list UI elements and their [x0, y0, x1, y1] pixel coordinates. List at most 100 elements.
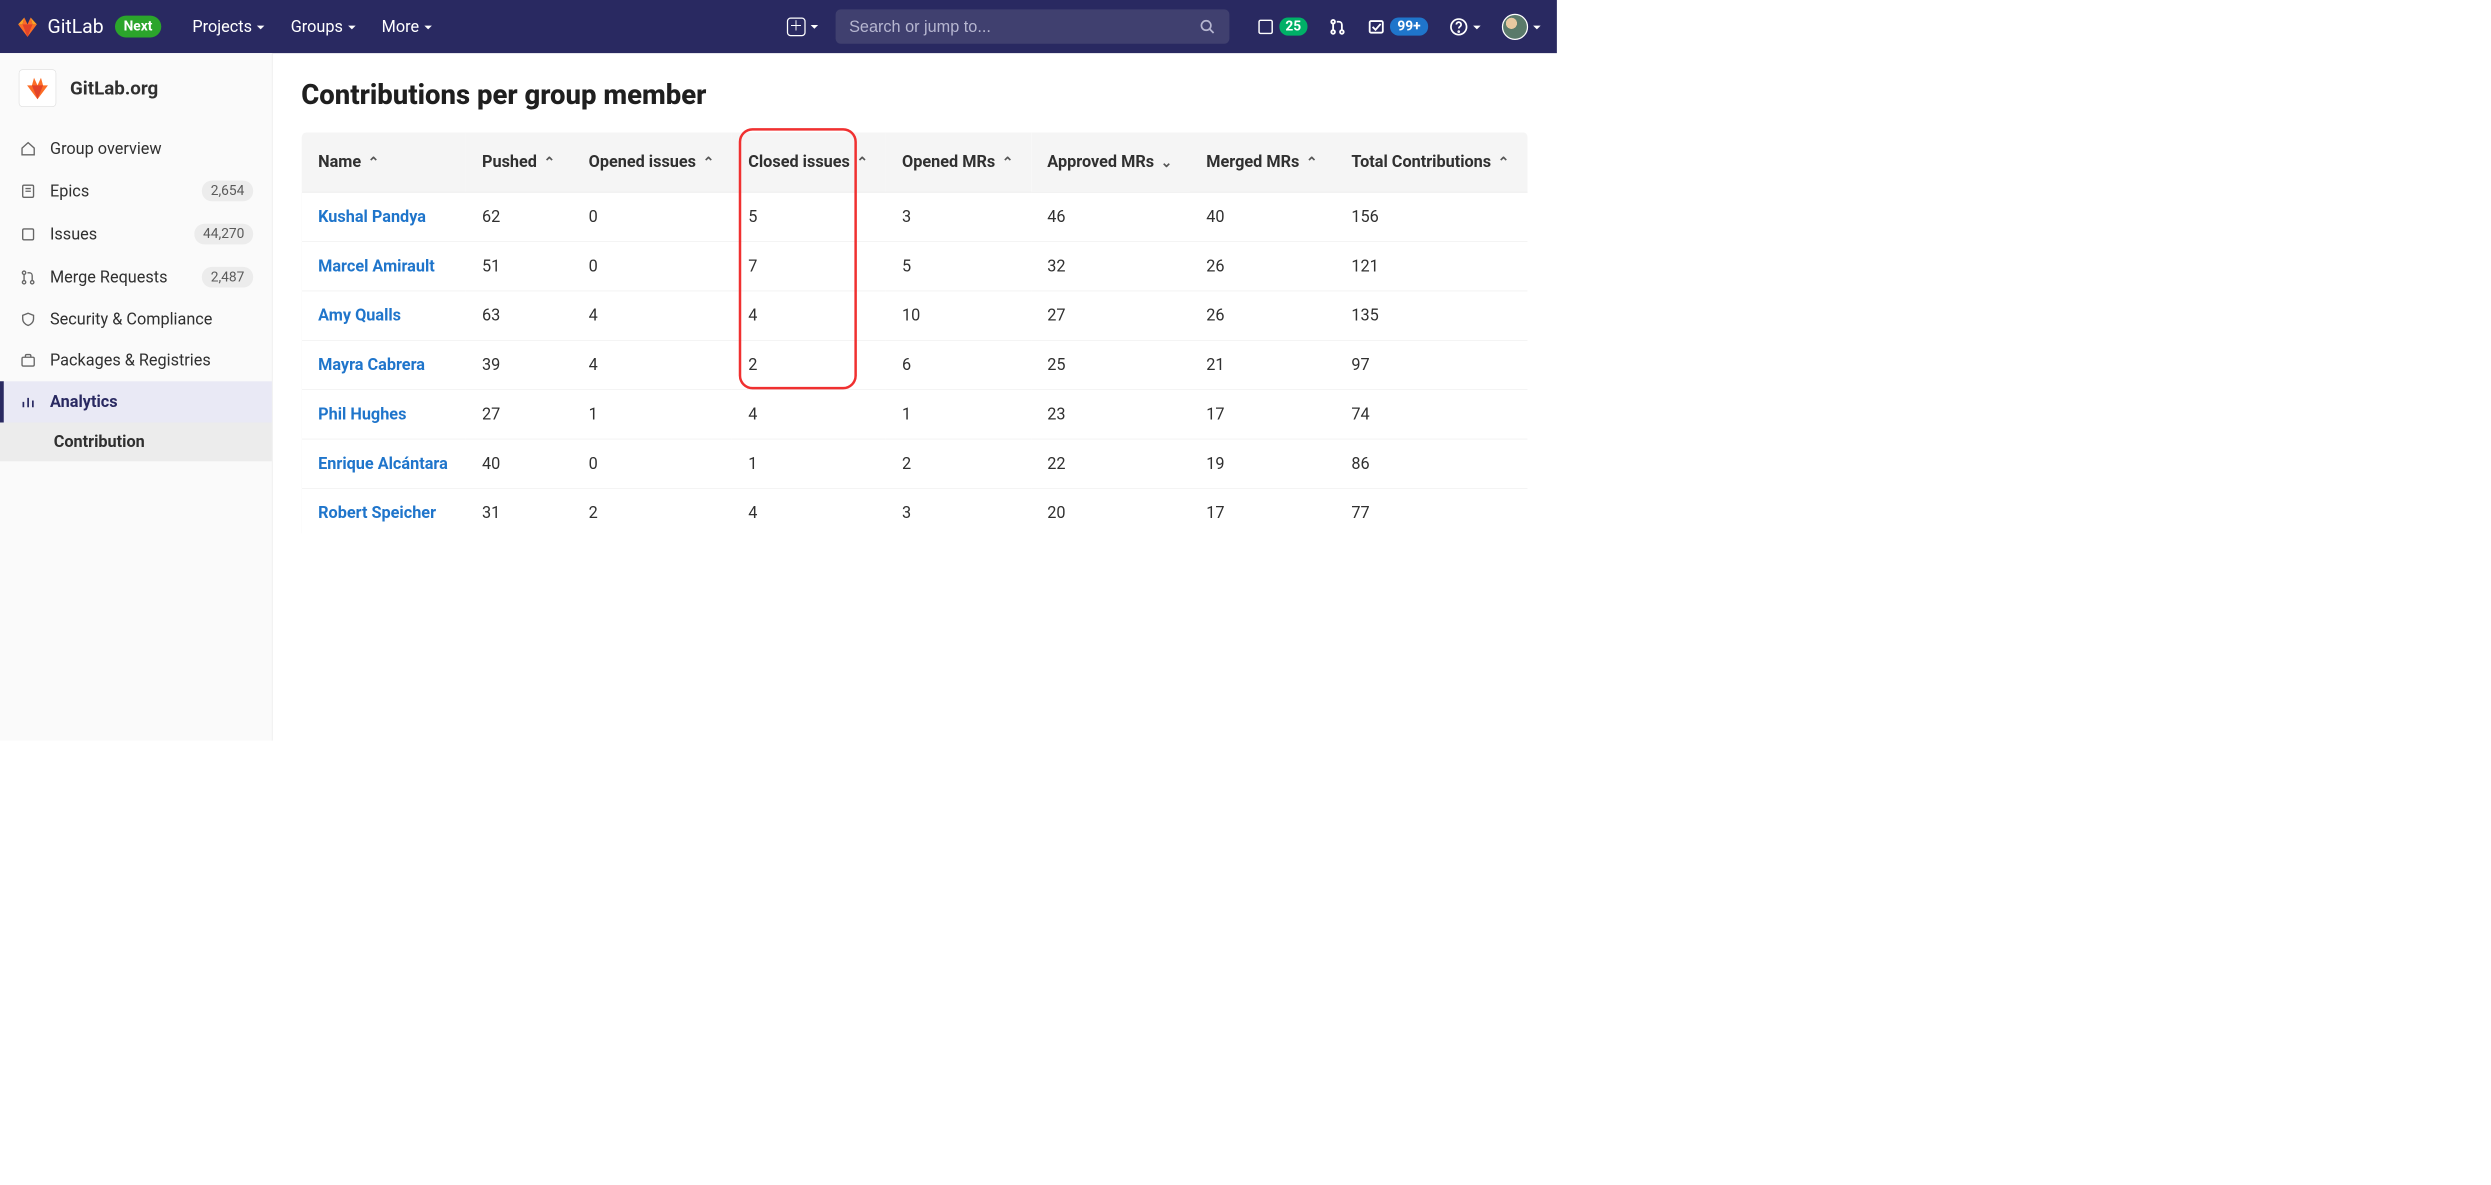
cell-name: Enrique Alcántara: [302, 439, 466, 488]
cell-opened-mrs: 6: [886, 340, 1031, 389]
sidebar-item-security-compliance[interactable]: Security & Compliance: [0, 299, 272, 340]
brand-area[interactable]: GitLab Next: [16, 15, 161, 38]
sidebar-subitem-contribution[interactable]: Contribution: [0, 423, 272, 462]
member-link[interactable]: Phil Hughes: [318, 405, 406, 424]
sidebar-item-label: Security & Compliance: [50, 310, 253, 329]
cell-total: 77: [1335, 488, 1528, 537]
cell-opened-mrs: 2: [886, 439, 1031, 488]
cell-total: 74: [1335, 390, 1528, 439]
col-header-merged-mrs[interactable]: Merged MRs ⌃: [1190, 132, 1335, 192]
cell-opened-issues: 0: [572, 192, 732, 241]
chart-icon: [19, 394, 38, 410]
group-header[interactable]: GitLab.org: [0, 53, 272, 123]
cell-pushed: 40: [466, 439, 573, 488]
sidebar-item-label: Epics: [50, 182, 190, 201]
cell-approved-mrs: 32: [1031, 242, 1190, 291]
cell-pushed: 39: [466, 340, 573, 389]
cell-total: 121: [1335, 242, 1528, 291]
cell-approved-mrs: 27: [1031, 291, 1190, 340]
cell-approved-mrs: 25: [1031, 340, 1190, 389]
nav-more[interactable]: More: [382, 17, 432, 36]
col-header-name[interactable]: Name ⌃: [302, 132, 466, 192]
sidebar-item-count: 2,654: [202, 181, 253, 202]
cell-merged-mrs: 40: [1190, 192, 1335, 241]
shell: GitLab.org Group overview Epics 2,654 Issue…: [0, 53, 1557, 741]
cell-opened-issues: 2: [572, 488, 732, 537]
cell-opened-mrs: 1: [886, 390, 1031, 439]
col-header-opened-mrs[interactable]: Opened MRs ⌃: [886, 132, 1031, 192]
cell-name: Robert Speicher: [302, 488, 466, 537]
package-icon: [19, 353, 38, 369]
cell-opened-issues: 4: [572, 340, 732, 389]
cell-closed-issues: 2: [732, 340, 886, 389]
table-row: Amy Qualls6344102726135: [302, 291, 1528, 340]
issues-shortcut[interactable]: 25: [1257, 18, 1308, 36]
member-link[interactable]: Amy Qualls: [318, 306, 401, 325]
member-link[interactable]: Enrique Alcántara: [318, 454, 448, 473]
sidebar-item-analytics[interactable]: Analytics: [0, 381, 272, 422]
cell-total: 156: [1335, 192, 1528, 241]
global-search[interactable]: [835, 9, 1229, 43]
col-header-approved-mrs[interactable]: Approved MRs ⌄: [1031, 132, 1190, 192]
nav-projects[interactable]: Projects: [192, 17, 264, 36]
next-badge: Next: [115, 16, 161, 38]
cell-pushed: 27: [466, 390, 573, 439]
sort-desc-icon: ⌄: [1161, 155, 1173, 171]
help-menu[interactable]: [1449, 17, 1480, 36]
col-header-closed-issues[interactable]: Closed issues ⌃: [732, 132, 886, 192]
cell-merged-mrs: 26: [1190, 291, 1335, 340]
shield-icon: [19, 311, 38, 327]
cell-name: Marcel Amirault: [302, 242, 466, 291]
cell-opened-mrs: 3: [886, 488, 1031, 537]
table-row: Enrique Alcántara40012221986: [302, 439, 1528, 488]
cell-pushed: 31: [466, 488, 573, 537]
cell-closed-issues: 5: [732, 192, 886, 241]
table-row: Robert Speicher31243201777: [302, 488, 1528, 537]
topbar: GitLab Next Projects Groups More ＋ 25 99…: [0, 0, 1557, 53]
sort-asc-icon: ⌃: [1002, 155, 1014, 171]
member-link[interactable]: Kushal Pandya: [318, 208, 426, 227]
todos-shortcut[interactable]: 99+: [1367, 18, 1428, 36]
plus-icon: ＋: [787, 17, 806, 36]
cell-total: 86: [1335, 439, 1528, 488]
cell-opened-issues: 1: [572, 390, 732, 439]
table-body: Kushal Pandya620534640156Marcel Amirault…: [302, 192, 1528, 538]
cell-total: 97: [1335, 340, 1528, 389]
issues-count-badge: 25: [1279, 18, 1307, 36]
cell-opened-mrs: 10: [886, 291, 1031, 340]
nav-groups[interactable]: Groups: [291, 17, 356, 36]
member-link[interactable]: Mayra Cabrera: [318, 356, 425, 375]
sidebar-item-issues[interactable]: Issues44,270: [0, 213, 272, 256]
chevron-down-icon: [810, 16, 818, 37]
cell-merged-mrs: 17: [1190, 488, 1335, 537]
mr-icon: [19, 269, 38, 285]
avatar: [1502, 13, 1528, 39]
sidebar-item-merge-requests[interactable]: Merge Requests2,487: [0, 256, 272, 299]
issues-icon: [19, 226, 38, 242]
cell-merged-mrs: 17: [1190, 390, 1335, 439]
mr-shortcut[interactable]: [1329, 18, 1347, 36]
sort-asc-icon: ⌃: [856, 155, 868, 171]
col-header-total-contributions[interactable]: Total Contributions ⌃: [1335, 132, 1528, 192]
main-content: Contributions per group member Name ⌃Pus…: [273, 53, 1557, 741]
sidebar-item-epics[interactable]: Epics 2,654: [0, 169, 272, 212]
cell-approved-mrs: 22: [1031, 439, 1190, 488]
new-menu[interactable]: ＋: [787, 16, 818, 37]
col-header-pushed[interactable]: Pushed ⌃: [466, 132, 573, 192]
cell-name: Amy Qualls: [302, 291, 466, 340]
search-input[interactable]: [849, 17, 1190, 36]
user-menu[interactable]: [1502, 13, 1541, 39]
cell-pushed: 62: [466, 192, 573, 241]
cell-approved-mrs: 23: [1031, 390, 1190, 439]
member-link[interactable]: Marcel Amirault: [318, 257, 435, 276]
cell-total: 135: [1335, 291, 1528, 340]
cell-merged-mrs: 19: [1190, 439, 1335, 488]
sidebar-item-packages-registries[interactable]: Packages & Registries: [0, 340, 272, 381]
sidebar-item-group-overview[interactable]: Group overview: [0, 128, 272, 169]
col-header-opened-issues[interactable]: Opened issues ⌃: [572, 132, 732, 192]
table-row: Marcel Amirault510753226121: [302, 242, 1528, 291]
merge-request-icon: [1329, 18, 1347, 36]
cell-closed-issues: 1: [732, 439, 886, 488]
help-icon: [1449, 17, 1468, 36]
member-link[interactable]: Robert Speicher: [318, 504, 436, 523]
